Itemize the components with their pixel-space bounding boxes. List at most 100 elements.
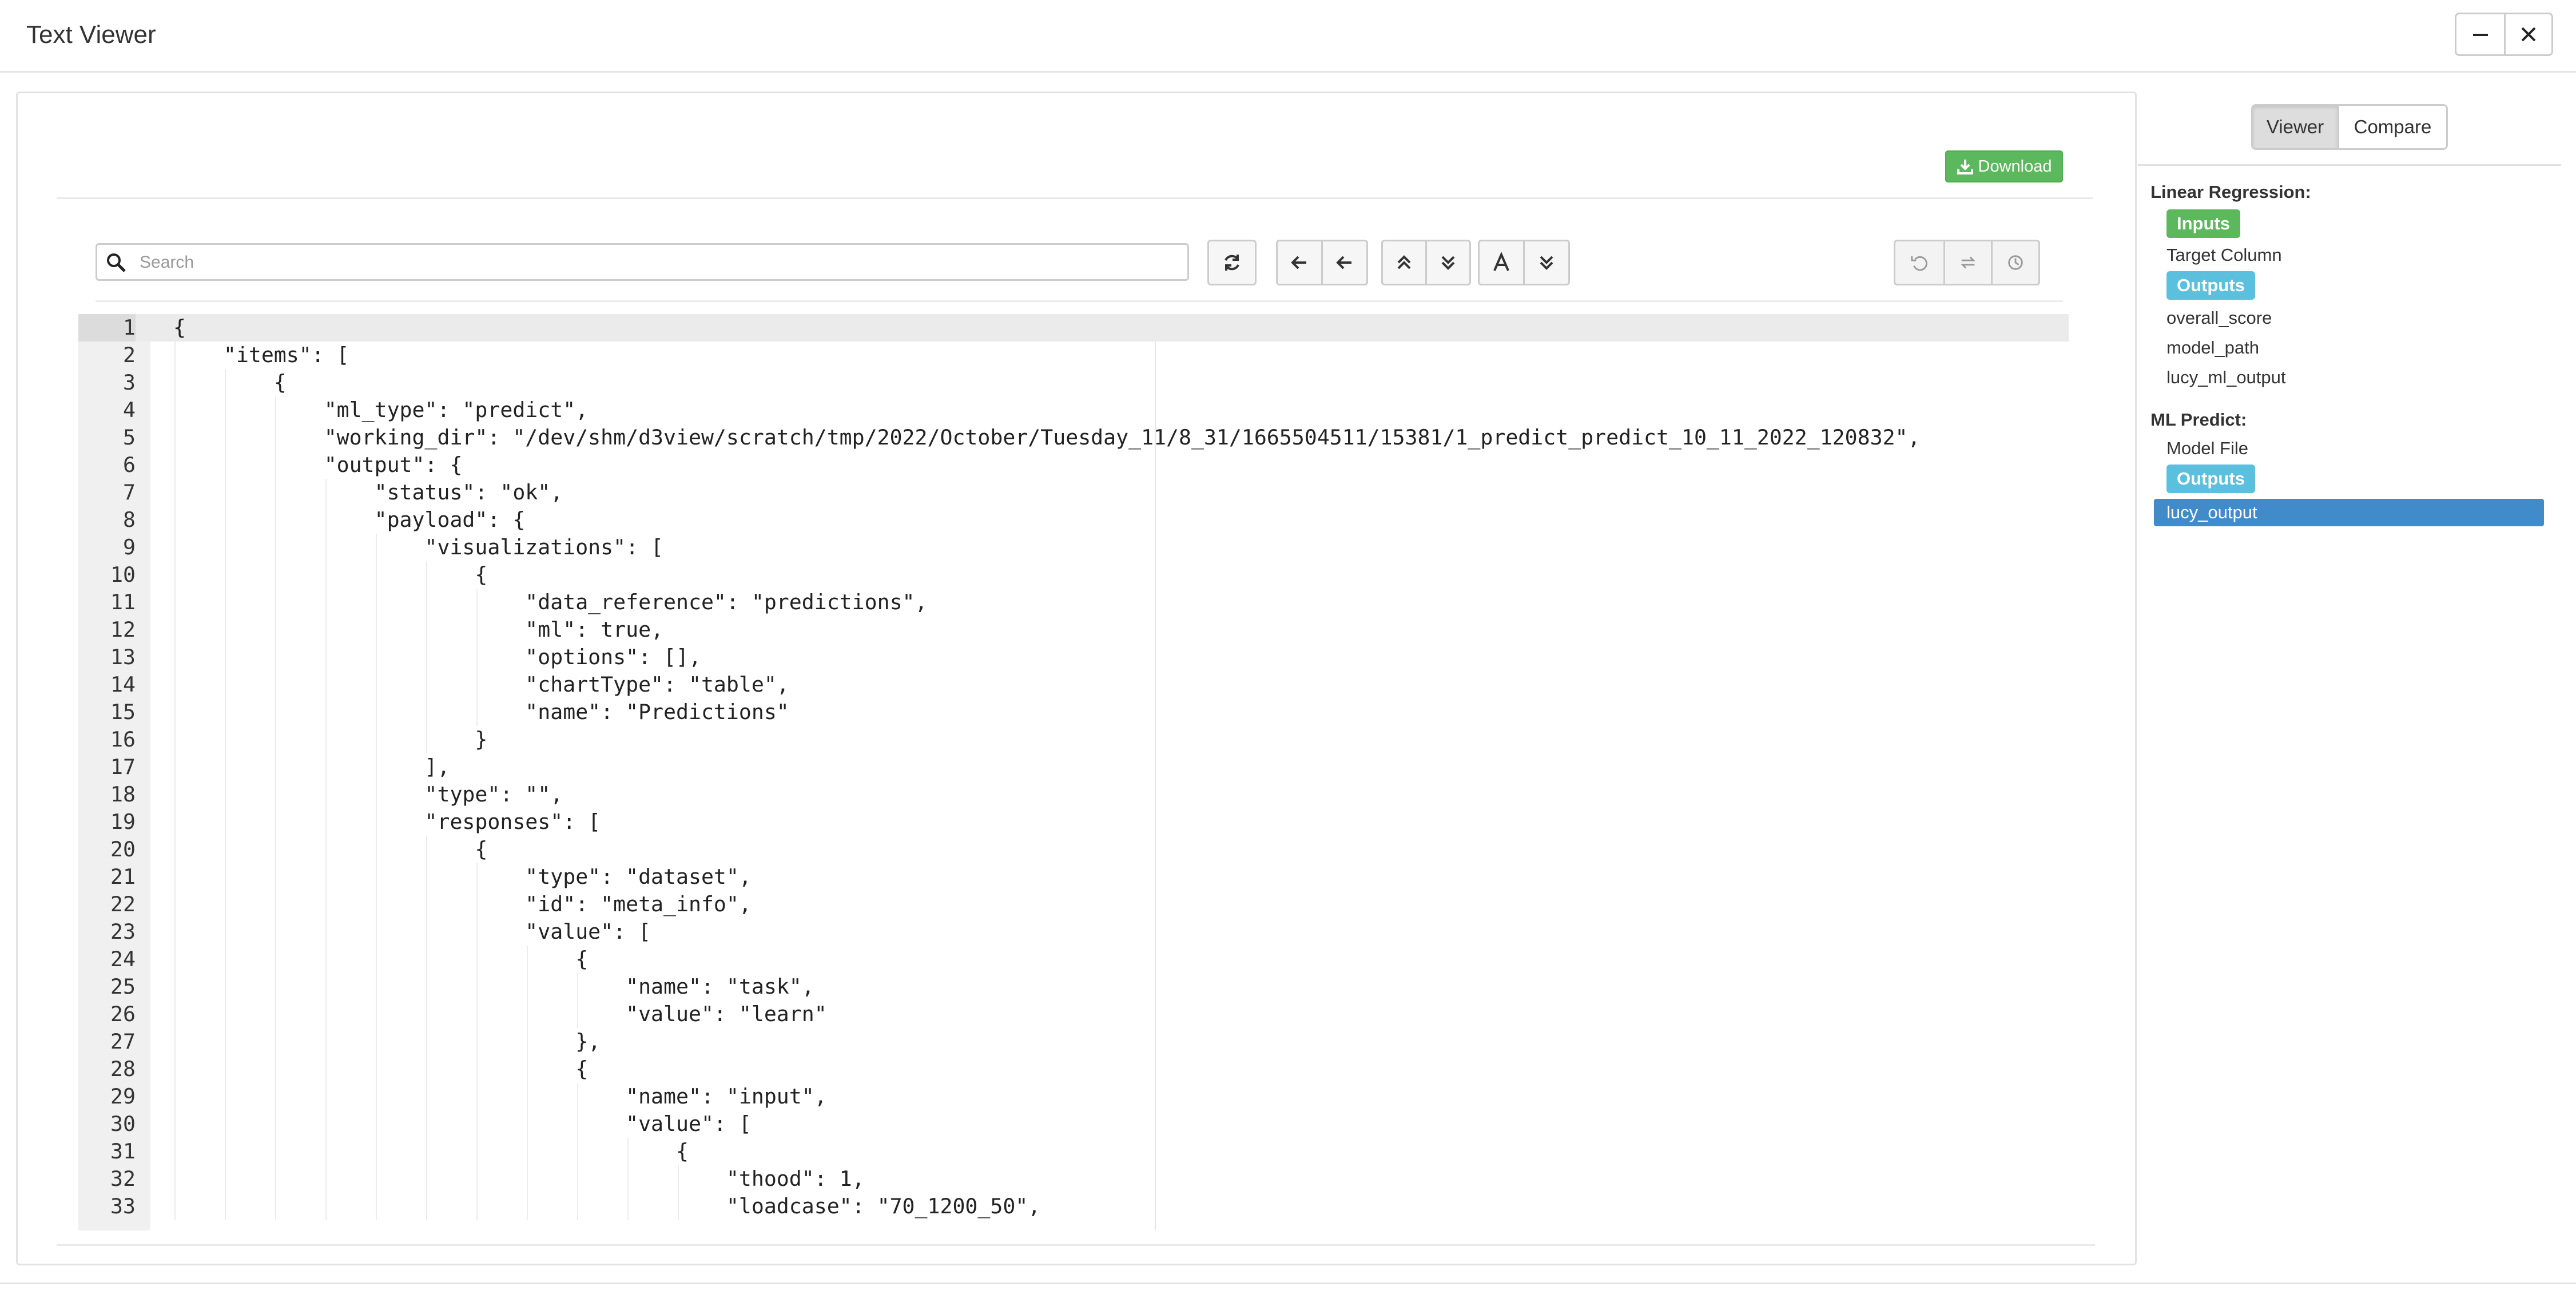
- indent-guide: [225, 726, 226, 753]
- indent-guide: [174, 863, 176, 891]
- chevrons-up-icon: [1397, 255, 1411, 269]
- code-line[interactable]: 11 "data_reference": "predictions",: [78, 589, 2069, 616]
- code-text: "data_reference": "predictions",: [173, 590, 928, 614]
- list-item[interactable]: Model File: [2166, 438, 2248, 459]
- indent-guide: [376, 1083, 377, 1110]
- code-line[interactable]: 23 "value": [: [78, 918, 2069, 946]
- line-number: 27: [110, 1029, 136, 1054]
- indent-guide: [527, 1110, 528, 1138]
- indent-guide: [376, 616, 377, 644]
- code-line[interactable]: 1{: [78, 314, 2069, 342]
- code-line[interactable]: 31 {: [78, 1138, 2069, 1165]
- search-input[interactable]: Search: [96, 243, 1189, 281]
- code-line[interactable]: 13 "options": [],: [78, 644, 2069, 671]
- list-item[interactable]: model_path: [2166, 338, 2259, 358]
- code-line[interactable]: 6 "output": {: [78, 451, 2069, 479]
- indent-guide: [376, 973, 377, 1001]
- code-text: "type": "",: [173, 782, 563, 807]
- code-line[interactable]: 29 "name": "input",: [78, 1083, 2069, 1110]
- download-button[interactable]: Download: [1945, 150, 2063, 182]
- code-line[interactable]: 7 "status": "ok",: [78, 479, 2069, 506]
- font-button[interactable]: [1478, 240, 1525, 285]
- code-line[interactable]: 4 "ml_type": "predict",: [78, 396, 2069, 424]
- indent-guide: [376, 1055, 377, 1083]
- line-number: 17: [110, 755, 136, 779]
- code-editor[interactable]: 1{2 "items": [3 {4 "ml_type": "predict",…: [78, 314, 2069, 1230]
- code-line[interactable]: 10 {: [78, 561, 2069, 589]
- indent-guide: [174, 1138, 176, 1165]
- list-item[interactable]: Target Column: [2166, 245, 2282, 265]
- list-item[interactable]: overall_score: [2166, 308, 2272, 328]
- download-label: Download: [1978, 157, 2052, 176]
- code-line[interactable]: 33 "loadcase": "70_1200_50",: [78, 1193, 2069, 1220]
- code-line[interactable]: 18 "type": "",: [78, 781, 2069, 808]
- indent-guide: [325, 1055, 327, 1083]
- code-line[interactable]: 30 "value": [: [78, 1110, 2069, 1138]
- code-text: "ml_type": "predict",: [173, 398, 589, 422]
- indent-guide: [174, 1055, 176, 1083]
- code-line[interactable]: 14 "chartType": "table",: [78, 671, 2069, 698]
- code-line[interactable]: 32 "thood": 1,: [78, 1165, 2069, 1193]
- indent-guide: [225, 698, 226, 726]
- code-text: {: [173, 1057, 589, 1081]
- repeat-button[interactable]: [1943, 240, 1993, 285]
- indent-guide: [275, 424, 276, 451]
- code-line[interactable]: 8 "payload": {: [78, 506, 2069, 534]
- indent-guide: [174, 589, 176, 616]
- code-text: "value": [: [173, 1111, 752, 1136]
- code-line[interactable]: 24 {: [78, 946, 2069, 973]
- line-number: 13: [110, 645, 136, 669]
- font-dropdown-button[interactable]: [1523, 240, 1570, 285]
- indent-guide: [275, 451, 276, 479]
- unfold-all-button[interactable]: [1425, 240, 1471, 285]
- list-item[interactable]: lucy_ml_output: [2166, 367, 2286, 388]
- indent-guide: [174, 1193, 176, 1220]
- code-line[interactable]: 21 "type": "dataset",: [78, 863, 2069, 891]
- indent-guide: [476, 671, 478, 698]
- indent-guide: [426, 671, 427, 698]
- indent-guide: [325, 1028, 327, 1055]
- code-line[interactable]: 20 {: [78, 836, 2069, 863]
- code-line[interactable]: 2 "items": [: [78, 342, 2069, 369]
- refresh-button[interactable]: [1207, 240, 1257, 285]
- indent-guide: [275, 781, 276, 808]
- indent-guide: [174, 424, 176, 451]
- undo-icon: [1911, 256, 1927, 271]
- indent-guide: [225, 1083, 226, 1110]
- code-line[interactable]: 9 "visualizations": [: [78, 534, 2069, 561]
- code-line[interactable]: 26 "value": "learn": [78, 1001, 2069, 1028]
- indent-guide: [325, 1138, 327, 1165]
- indent-guide: [376, 781, 377, 808]
- minimize-button[interactable]: [2455, 13, 2504, 56]
- code-text: "loadcase": "70_1200_50",: [173, 1194, 1041, 1218]
- code-line[interactable]: 28 {: [78, 1055, 2069, 1083]
- code-line[interactable]: 3 {: [78, 369, 2069, 396]
- window-controls: [2455, 13, 2553, 56]
- code-line[interactable]: 25 "name": "task",: [78, 973, 2069, 1001]
- fold-all-button[interactable]: [1381, 240, 1427, 285]
- code-line[interactable]: 19 "responses": [: [78, 808, 2069, 836]
- tab-viewer[interactable]: Viewer: [2251, 104, 2339, 150]
- code-line[interactable]: 15 "name": "Predictions": [78, 698, 2069, 726]
- close-button[interactable]: [2504, 13, 2553, 56]
- code-line[interactable]: 16 }: [78, 726, 2069, 753]
- indent-guide: [275, 561, 276, 589]
- indent-guide: [476, 973, 478, 1001]
- refresh-icon: [1225, 255, 1239, 271]
- indent-guide: [275, 918, 276, 946]
- history-button[interactable]: [1991, 240, 2040, 285]
- code-line[interactable]: 5 "working_dir": "/dev/shm/d3view/scratc…: [78, 424, 2069, 451]
- chevrons-down-icon: [1441, 256, 1455, 270]
- code-text: "thood": 1,: [173, 1166, 865, 1191]
- find-previous-button[interactable]: [1276, 240, 1323, 285]
- undo-button[interactable]: [1894, 240, 1945, 285]
- find-next-button[interactable]: [1321, 240, 1368, 285]
- list-item-selected[interactable]: lucy_output: [2154, 499, 2544, 526]
- code-line[interactable]: 17 ],: [78, 753, 2069, 781]
- code-line[interactable]: 27 },: [78, 1028, 2069, 1055]
- code-line[interactable]: 12 "ml": true,: [78, 616, 2069, 644]
- code-line[interactable]: 22 "id": "meta_info",: [78, 891, 2069, 918]
- tab-compare[interactable]: Compare: [2339, 104, 2448, 150]
- indent-guide: [275, 808, 276, 836]
- indent-guide: [527, 1165, 528, 1193]
